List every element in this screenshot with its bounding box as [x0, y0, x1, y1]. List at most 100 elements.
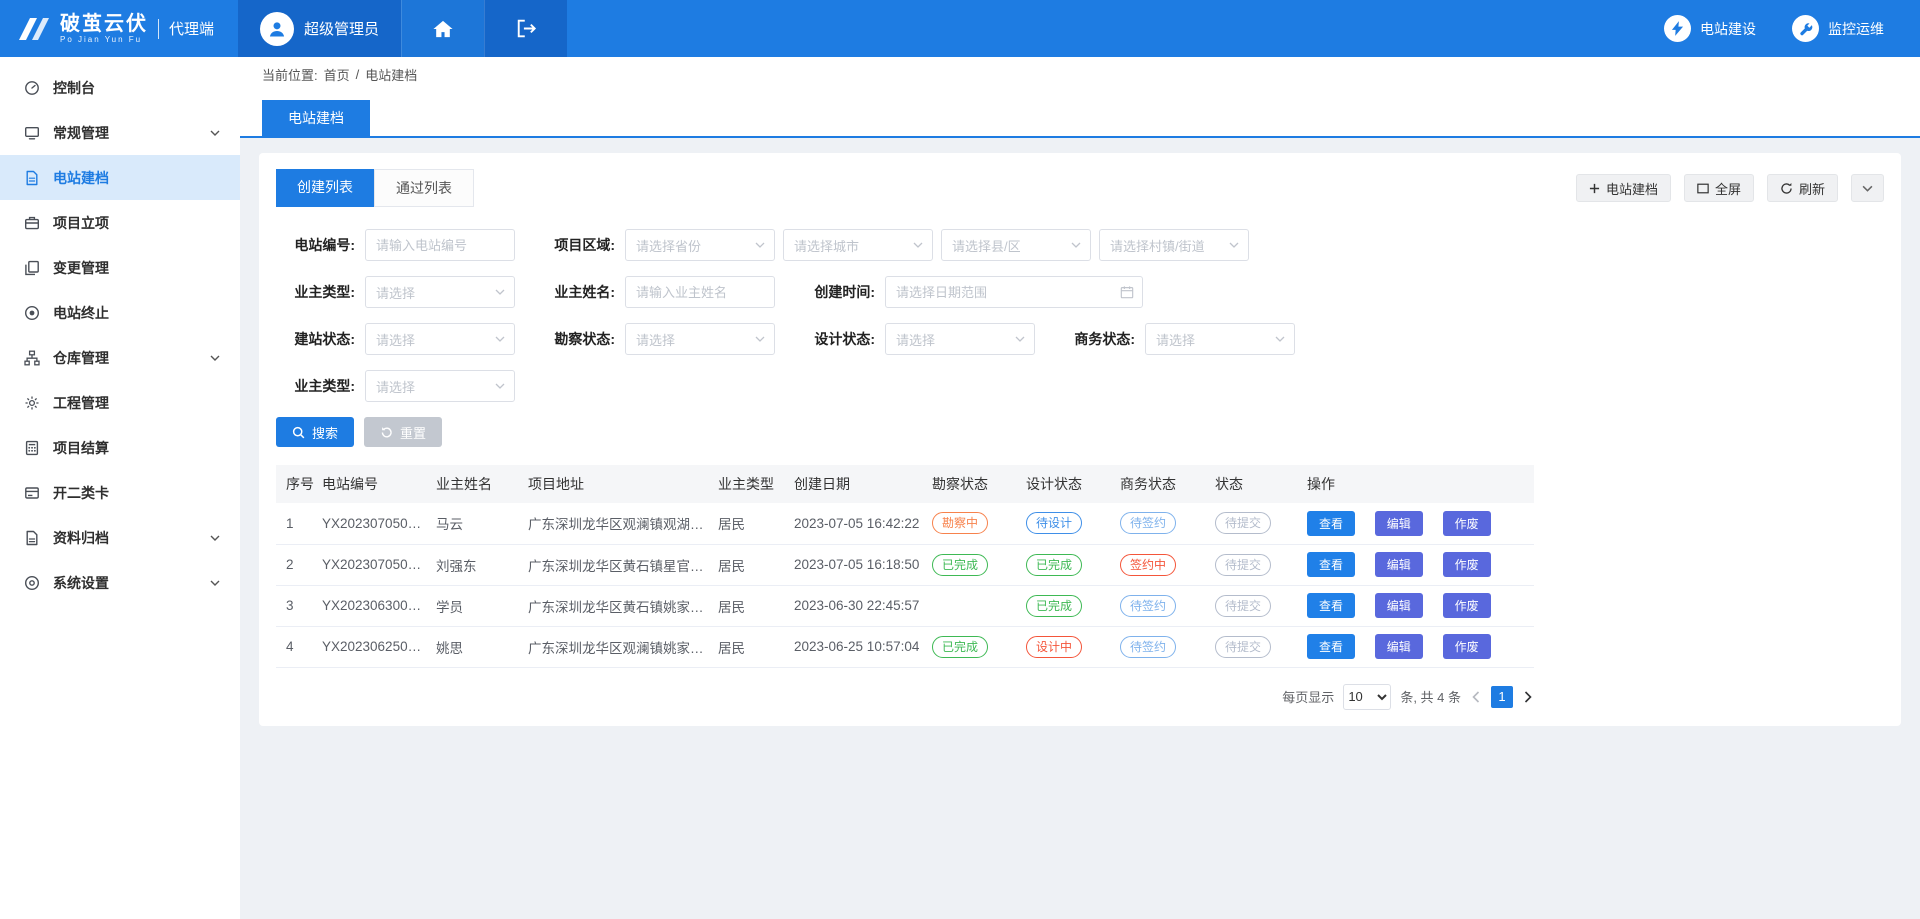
add-station-button[interactable]: 电站建档 — [1576, 174, 1671, 202]
view-button[interactable]: 查看 — [1307, 511, 1355, 536]
header-spacer — [567, 0, 1664, 57]
page-tab-station-filing[interactable]: 电站建档 — [262, 100, 370, 136]
survey-status-select[interactable]: 请选择 — [625, 323, 775, 355]
total-count-label: 条, 共 4 条 — [1400, 687, 1461, 706]
void-button[interactable]: 作废 — [1443, 552, 1491, 577]
view-button[interactable]: 查看 — [1307, 552, 1355, 577]
pagination: 每页显示 10 条, 共 4 条 1 — [276, 684, 1534, 710]
province-select[interactable]: 请选择省份 — [625, 229, 775, 261]
filter-row: 业主类型: 请选择 业主姓名: 创建时间 — [276, 276, 1884, 308]
briefcase-icon — [24, 215, 40, 231]
sidebar-item-station-filing[interactable]: 电站建档 — [0, 155, 240, 200]
build-status-select[interactable]: 请选择 — [365, 323, 515, 355]
collapse-filters-button[interactable] — [1851, 174, 1884, 202]
nav-monitor-ops[interactable]: 监控运维 — [1792, 0, 1884, 57]
breadcrumb-home[interactable]: 首页 — [324, 65, 350, 84]
status-badge: 待提交 — [1215, 636, 1271, 658]
logout-button[interactable] — [484, 0, 567, 57]
edit-button[interactable]: 编辑 — [1375, 634, 1423, 659]
village-select[interactable]: 请选择村镇/街道 — [1099, 229, 1249, 261]
sidebar-item-general-mgmt[interactable]: 常规管理 — [0, 110, 240, 155]
cell-station-no: YX2023062500004 — [316, 626, 430, 667]
page-number-1[interactable]: 1 — [1491, 686, 1513, 708]
table-header-row: 序号 电站编号 业主姓名 项目地址 业主类型 创建日期 勘察状态 设计状态 商务… — [276, 465, 1534, 503]
county-select[interactable]: 请选择县/区 — [941, 229, 1091, 261]
sidebar-item-station-termination[interactable]: 电站终止 — [0, 290, 240, 335]
filter-label: 项目区域: — [536, 235, 615, 255]
cell-station-no: YX2023063000009 — [316, 585, 430, 626]
cell-owner-name: 学员 — [430, 585, 522, 626]
void-button[interactable]: 作废 — [1443, 511, 1491, 536]
logo-subtitle: Po Jian Yun Fu — [60, 35, 148, 44]
filter-label: 业主类型: — [276, 282, 355, 302]
sidebar-item-archive[interactable]: 资料归档 — [0, 515, 240, 560]
edit-button[interactable]: 编辑 — [1375, 511, 1423, 536]
design-status-badge: 待设计 — [1026, 512, 1082, 534]
sidebar-item-label: 变更管理 — [53, 258, 109, 278]
cell-owner-name: 刘强东 — [430, 544, 522, 585]
app-root: 破茧云伏 Po Jian Yun Fu 代理端 超级管理员 — [0, 0, 1920, 919]
cell-index: 4 — [276, 626, 316, 667]
search-button[interactable]: 搜索 — [276, 417, 354, 447]
chevron-down-icon — [210, 580, 220, 586]
col-index: 序号 — [276, 465, 316, 503]
design-status-select[interactable]: 请选择 — [885, 323, 1035, 355]
gear-icon — [24, 395, 40, 411]
void-button[interactable]: 作废 — [1443, 593, 1491, 618]
cell-actions: 查看 编辑 作废 — [1301, 626, 1534, 667]
sidebar-item-warehouse-mgmt[interactable]: 仓库管理 — [0, 335, 240, 380]
prev-page-button[interactable] — [1470, 691, 1482, 703]
calculator-icon — [24, 440, 40, 456]
filter-label: 设计状态: — [796, 329, 875, 349]
owner-name-input[interactable] — [625, 276, 775, 308]
cell-owner-type: 居民 — [712, 585, 788, 626]
fullscreen-button[interactable]: 全屏 — [1684, 174, 1754, 202]
logout-icon — [516, 19, 537, 38]
filter-owner-type-2: 业主类型: 请选择 — [276, 370, 515, 402]
region-select-group: 请选择省份 请选择城市 请选择县/区 — [625, 229, 1249, 261]
business-status-badge: 待签约 — [1120, 636, 1176, 658]
view-button[interactable]: 查看 — [1307, 634, 1355, 659]
cell-design-status: 待设计 — [1020, 503, 1114, 544]
tab-create-list[interactable]: 创建列表 — [276, 169, 374, 207]
cell-design-status: 设计中 — [1020, 626, 1114, 667]
sidebar-item-system-settings[interactable]: 系统设置 — [0, 560, 240, 605]
search-icon — [292, 426, 305, 439]
home-button[interactable] — [401, 0, 484, 57]
card-icon — [24, 485, 40, 501]
edit-button[interactable]: 编辑 — [1375, 593, 1423, 618]
sidebar-item-label: 资料归档 — [53, 528, 109, 548]
file-icon — [24, 530, 40, 546]
filter-row: 建站状态: 请选择 勘察状态: 请选择 — [276, 323, 1884, 355]
owner-type-select[interactable]: 请选择 — [365, 276, 515, 308]
view-button[interactable]: 查看 — [1307, 593, 1355, 618]
next-page-button[interactable] — [1522, 691, 1534, 703]
sidebar-item-change-mgmt[interactable]: 变更管理 — [0, 245, 240, 290]
owner-type-2-select[interactable]: 请选择 — [365, 370, 515, 402]
sidebar-item-engineering-mgmt[interactable]: 工程管理 — [0, 380, 240, 425]
tab-passed-list[interactable]: 通过列表 — [374, 169, 474, 207]
home-icon — [432, 19, 454, 39]
cell-owner-name: 姚思 — [430, 626, 522, 667]
void-button[interactable]: 作废 — [1443, 634, 1491, 659]
sidebar-item-project-settlement[interactable]: 项目结算 — [0, 425, 240, 470]
sidebar-item-project-initiation[interactable]: 项目立项 — [0, 200, 240, 245]
date-range-picker[interactable] — [885, 276, 1143, 308]
chevron-down-icon — [1275, 336, 1285, 342]
nav-station-build[interactable]: 电站建设 — [1664, 0, 1756, 57]
city-select[interactable]: 请选择城市 — [783, 229, 933, 261]
per-page-select[interactable]: 10 — [1343, 684, 1391, 710]
edit-button[interactable]: 编辑 — [1375, 552, 1423, 577]
reset-button[interactable]: 重置 — [364, 417, 442, 447]
station-no-input[interactable] — [365, 229, 515, 261]
refresh-button[interactable]: 刷新 — [1767, 174, 1838, 202]
cell-owner-type: 居民 — [712, 626, 788, 667]
date-range-input[interactable] — [885, 276, 1143, 308]
user-menu[interactable]: 超级管理员 — [238, 0, 401, 57]
add-station-label: 电站建档 — [1606, 179, 1658, 198]
sidebar-item-type2-card[interactable]: 开二类卡 — [0, 470, 240, 515]
sidebar-item-console[interactable]: 控制台 — [0, 65, 240, 110]
settings-icon — [24, 575, 40, 591]
business-status-select[interactable]: 请选择 — [1145, 323, 1295, 355]
copy-icon — [24, 260, 40, 276]
